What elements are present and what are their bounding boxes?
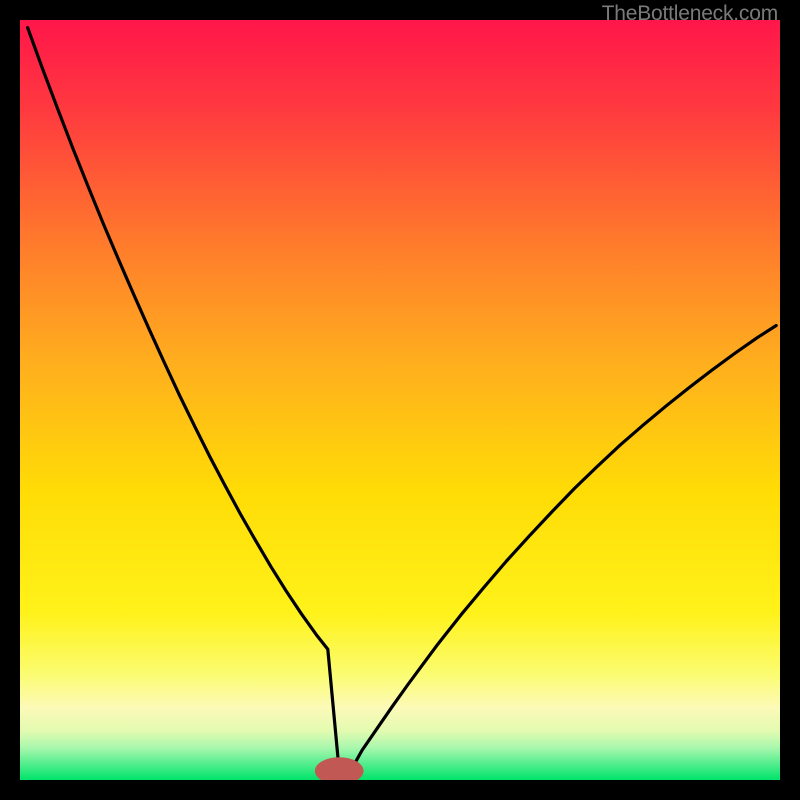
watermark-text: TheBottleneck.com [602,2,778,26]
chart-frame [20,20,780,780]
bottleneck-chart [20,20,780,780]
gradient-background [20,20,780,780]
